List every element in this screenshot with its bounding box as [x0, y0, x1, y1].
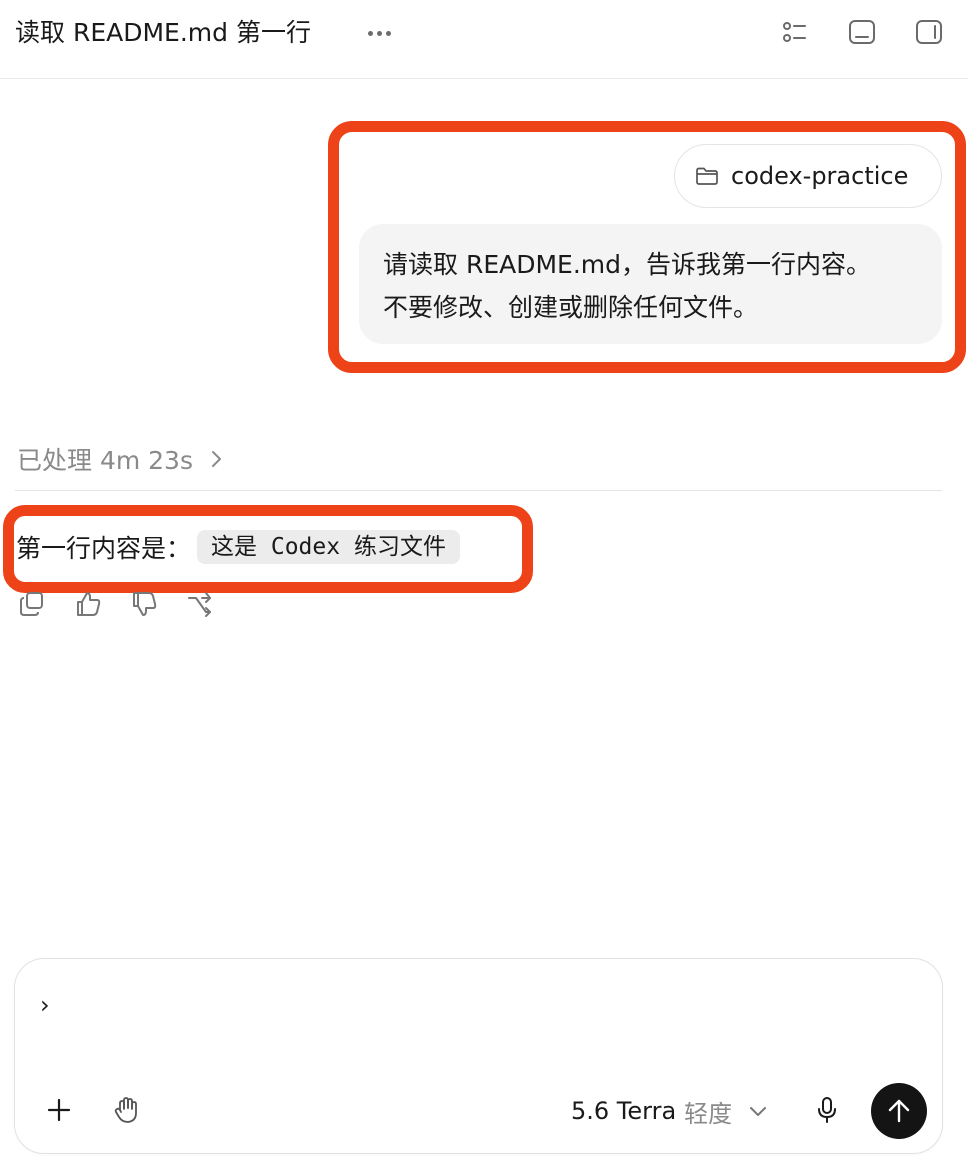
copy-icon[interactable]: [18, 590, 46, 618]
thumbs-up-icon[interactable]: [74, 590, 102, 618]
hand-icon[interactable]: [111, 1095, 141, 1125]
processing-summary[interactable]: 已处理 4m 23s: [17, 440, 227, 478]
assistant-message: 第一行内容是： 这是 Codex 练习文件: [16, 529, 460, 565]
microphone-icon[interactable]: [812, 1095, 842, 1125]
workspace-chip[interactable]: codex-practice: [674, 144, 942, 208]
model-selector[interactable]: 5.6 Terra 轻度: [571, 1095, 770, 1128]
composer-input[interactable]: ›: [40, 991, 50, 1019]
arrow-up-icon: [888, 1099, 910, 1123]
user-message-line: 请读取 README.md，告诉我第一行内容。: [383, 250, 872, 279]
model-name: 5.6 Terra: [571, 1097, 677, 1125]
page-title: 读取 README.md 第一行: [15, 18, 311, 47]
chevron-right-icon: [212, 451, 221, 467]
workspace-chip-label: codex-practice: [731, 162, 909, 190]
user-message-line: 不要修改、创建或删除任何文件。: [383, 293, 759, 322]
divider: [15, 490, 942, 491]
user-message-bubble: 请读取 README.md，告诉我第一行内容。 不要修改、创建或删除任何文件。: [359, 224, 942, 344]
more-dots-icon[interactable]: [362, 24, 396, 42]
answer-lead: 第一行内容是：: [16, 534, 192, 563]
folder-icon: [696, 167, 718, 185]
branch-icon[interactable]: [186, 590, 214, 618]
processing-label: 已处理 4m 23s: [17, 446, 193, 475]
side-panel-icon[interactable]: [914, 17, 944, 47]
thumbs-down-icon[interactable]: [130, 590, 158, 618]
inline-code: 这是 Codex 练习文件: [197, 530, 460, 564]
list-icon[interactable]: [779, 17, 809, 47]
plus-icon[interactable]: [44, 1095, 74, 1125]
bottom-panel-icon[interactable]: [847, 17, 877, 47]
send-button[interactable]: [871, 1083, 927, 1139]
header-bar: 读取 README.md 第一行: [0, 0, 968, 79]
reasoning-level: 轻度: [684, 1099, 733, 1128]
chevron-down-icon: [750, 1107, 767, 1116]
composer[interactable]: › 5.6 Terra 轻度: [14, 958, 943, 1154]
